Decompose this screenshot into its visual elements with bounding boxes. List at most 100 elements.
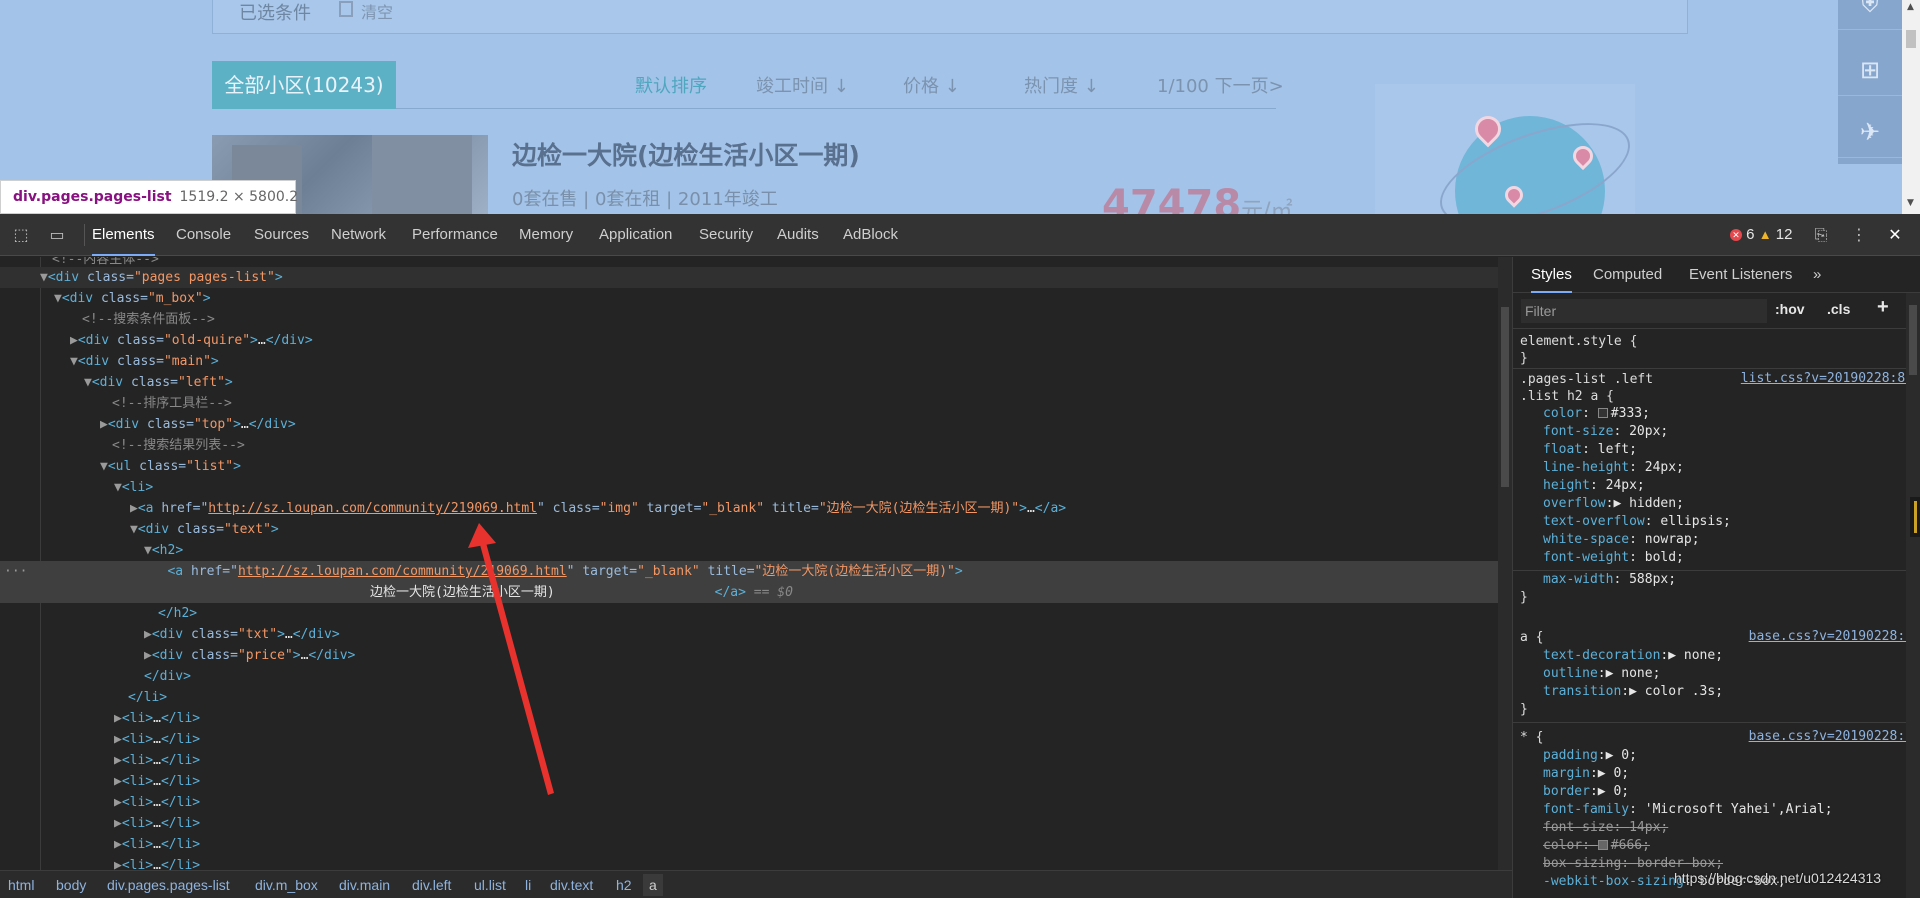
page-scrollbar[interactable]: ▲ ▼ — [1902, 0, 1920, 214]
community-title[interactable]: 边检一大院(边检生活小区一期) — [512, 136, 860, 172]
css-property[interactable]: font-family: 'Microsoft Yahei',Arial; — [1543, 801, 1833, 819]
collapse-arrow-icon[interactable]: ▶ — [0, 501, 138, 516]
collapse-arrow-icon[interactable]: ▶ — [0, 711, 122, 726]
dom-node[interactable]: ▶<li>…</li> — [0, 855, 1498, 870]
dom-href-link[interactable]: http://sz.loupan.com/community/219069.ht… — [238, 564, 567, 579]
css-property[interactable]: line-height: 24px; — [1543, 459, 1684, 477]
dom-node[interactable]: ▶<li>…</li> — [0, 834, 1498, 855]
expand-arrow-icon[interactable]: ▼ — [0, 375, 92, 390]
expand-arrow-icon[interactable]: ▼ — [0, 354, 78, 369]
tab-memory[interactable]: Memory — [519, 214, 573, 256]
reward-icon[interactable]: ⛨ — [1838, 0, 1902, 30]
crumb-a[interactable]: a — [643, 874, 663, 896]
dom-node-selected[interactable]: ··· <a href="http://sz.loupan.com/communi… — [0, 561, 1498, 603]
collapse-arrow-icon[interactable]: ▶ — [0, 627, 152, 642]
collapse-arrow-icon[interactable]: ▶ — [0, 837, 122, 852]
tab-all-communities[interactable]: 全部小区(10243) — [212, 61, 396, 109]
tab-elements[interactable]: Elements — [92, 214, 155, 256]
dom-node[interactable]: </div> — [0, 666, 1498, 687]
collapse-arrow-icon[interactable]: ▶ — [0, 648, 152, 663]
expand-arrow-icon[interactable]: ▼ — [0, 480, 122, 495]
crumb-main[interactable]: div.main — [339, 877, 390, 893]
css-property[interactable]: border:▶ 0; — [1543, 783, 1629, 801]
css-rule-tail[interactable]: max-width: 588px; } — [1513, 571, 1920, 609]
dom-node[interactable]: </li> — [0, 687, 1498, 708]
tab-computed[interactable]: Computed — [1593, 257, 1662, 293]
expand-arrow-icon[interactable]: ▼ — [0, 522, 138, 537]
css-property[interactable]: max-width: 588px; — [1543, 571, 1676, 589]
dom-node[interactable]: ▶<li>…</li> — [0, 792, 1498, 813]
collapse-arrow-icon[interactable]: ▶ — [0, 333, 78, 348]
css-rule[interactable]: .pages-list .left list.css?v=20190228:86… — [1513, 369, 1920, 571]
tab-audits[interactable]: Audits — [777, 214, 819, 256]
class-toggle[interactable]: .cls — [1827, 301, 1850, 317]
css-property[interactable]: white-space: nowrap; — [1543, 531, 1700, 549]
dom-node[interactable]: ▼<div class="left"> — [0, 372, 1498, 393]
rule-source-link[interactable]: list.css?v=20190228:86 — [1741, 371, 1913, 386]
css-property[interactable]: text-overflow: ellipsis; — [1543, 513, 1731, 531]
tab-application[interactable]: Application — [599, 214, 672, 256]
crumb-body[interactable]: body — [56, 877, 86, 893]
css-property-overridden[interactable]: font-size: 14px; — [1543, 819, 1668, 837]
rule-source-link[interactable]: base.css?v=20190228:1 — [1749, 729, 1913, 744]
dom-node[interactable]: ▶<li>…</li> — [0, 771, 1498, 792]
dom-node[interactable]: ▼<div class="m_box"> — [0, 288, 1498, 309]
crumb-list[interactable]: ul.list — [474, 877, 506, 893]
dom-scrollbar[interactable] — [1498, 257, 1512, 870]
crumb-li[interactable]: li — [525, 877, 531, 893]
dom-node[interactable]: ▼<ul class="list"> — [0, 456, 1498, 477]
css-property[interactable]: text-decoration:▶ none; — [1543, 647, 1723, 665]
expand-arrow-icon[interactable]: ▼ — [0, 459, 108, 474]
crumb-left[interactable]: div.left — [412, 877, 451, 893]
sort-default[interactable]: 默认排序 — [635, 72, 707, 98]
sort-popularity[interactable]: 热门度 ↓ — [1024, 72, 1099, 98]
dom-node[interactable]: ▼<div class="text"> — [0, 519, 1498, 540]
trash-icon[interactable] — [339, 1, 353, 17]
tab-adblock[interactable]: AdBlock — [843, 214, 898, 256]
dom-node[interactable]: </h2> — [0, 603, 1498, 624]
node-actions-icon[interactable]: ··· — [0, 564, 27, 579]
hover-state-toggle[interactable]: :hov — [1775, 301, 1805, 317]
expand-arrow-icon[interactable]: ▼ — [0, 543, 152, 558]
tab-security[interactable]: Security — [699, 214, 753, 256]
more-tabs-icon[interactable]: » — [1813, 257, 1821, 293]
css-property[interactable]: overflow:▶ hidden; — [1543, 495, 1684, 513]
dom-scrollbar-thumb[interactable] — [1501, 307, 1509, 487]
sort-price[interactable]: 价格 ↓ — [903, 72, 960, 98]
close-devtools-icon[interactable]: ✕ — [1884, 224, 1906, 246]
tab-sources[interactable]: Sources — [254, 214, 309, 256]
clear-button[interactable]: 清空 — [361, 0, 393, 23]
issue-counter[interactable]: ✕ 6 ▲ 12 — [1730, 226, 1792, 243]
dom-href-link[interactable]: http://sz.loupan.com/community/219069.ht… — [208, 501, 537, 516]
page-scrollbar-thumb[interactable] — [1906, 30, 1916, 48]
collapse-arrow-icon[interactable]: ▶ — [0, 417, 108, 432]
rocket-icon[interactable]: ✈ — [1838, 106, 1902, 158]
dom-node[interactable]: ▶<div class="txt">…</div> — [0, 624, 1498, 645]
css-property[interactable]: padding:▶ 0; — [1543, 747, 1637, 765]
tab-network[interactable]: Network — [331, 214, 386, 256]
css-property[interactable]: height: 24px; — [1543, 477, 1645, 495]
css-property[interactable]: outline:▶ none; — [1543, 665, 1660, 683]
css-property[interactable]: font-size: 20px; — [1543, 423, 1668, 441]
dom-node[interactable]: <!--搜索结果列表--> — [0, 435, 1498, 456]
expand-arrow-icon[interactable]: ▼ — [0, 291, 62, 306]
css-property[interactable]: font-weight: bold; — [1543, 549, 1684, 567]
tab-styles[interactable]: Styles — [1531, 257, 1572, 293]
collapse-arrow-icon[interactable]: ▶ — [0, 816, 122, 831]
more-options-icon[interactable]: ⋮ — [1848, 224, 1870, 246]
dom-node[interactable]: ▶<li>…</li> — [0, 813, 1498, 834]
dom-node[interactable]: ▶<li>…</li> — [0, 750, 1498, 771]
color-swatch[interactable] — [1597, 840, 1608, 850]
styles-filter-input[interactable] — [1521, 299, 1767, 323]
dom-node[interactable]: ▼<div class="main"> — [0, 351, 1498, 372]
scroll-up-icon[interactable]: ▲ — [1907, 2, 1914, 12]
dom-node[interactable]: ▼<h2> — [0, 540, 1498, 561]
dom-node[interactable]: ▶<li>…</li> — [0, 729, 1498, 750]
dom-node[interactable]: ▶<a href="http://sz.loupan.com/community… — [0, 498, 1498, 519]
collapse-arrow-icon[interactable]: ▶ — [0, 774, 122, 789]
collapse-arrow-icon[interactable]: ▶ — [0, 858, 122, 870]
styles-scrollbar-thumb[interactable] — [1909, 305, 1917, 375]
crumb-h2[interactable]: h2 — [616, 877, 632, 893]
dom-node[interactable]: ▶<div class="top">…</div> — [0, 414, 1498, 435]
css-property[interactable]: float: left; — [1543, 441, 1637, 459]
